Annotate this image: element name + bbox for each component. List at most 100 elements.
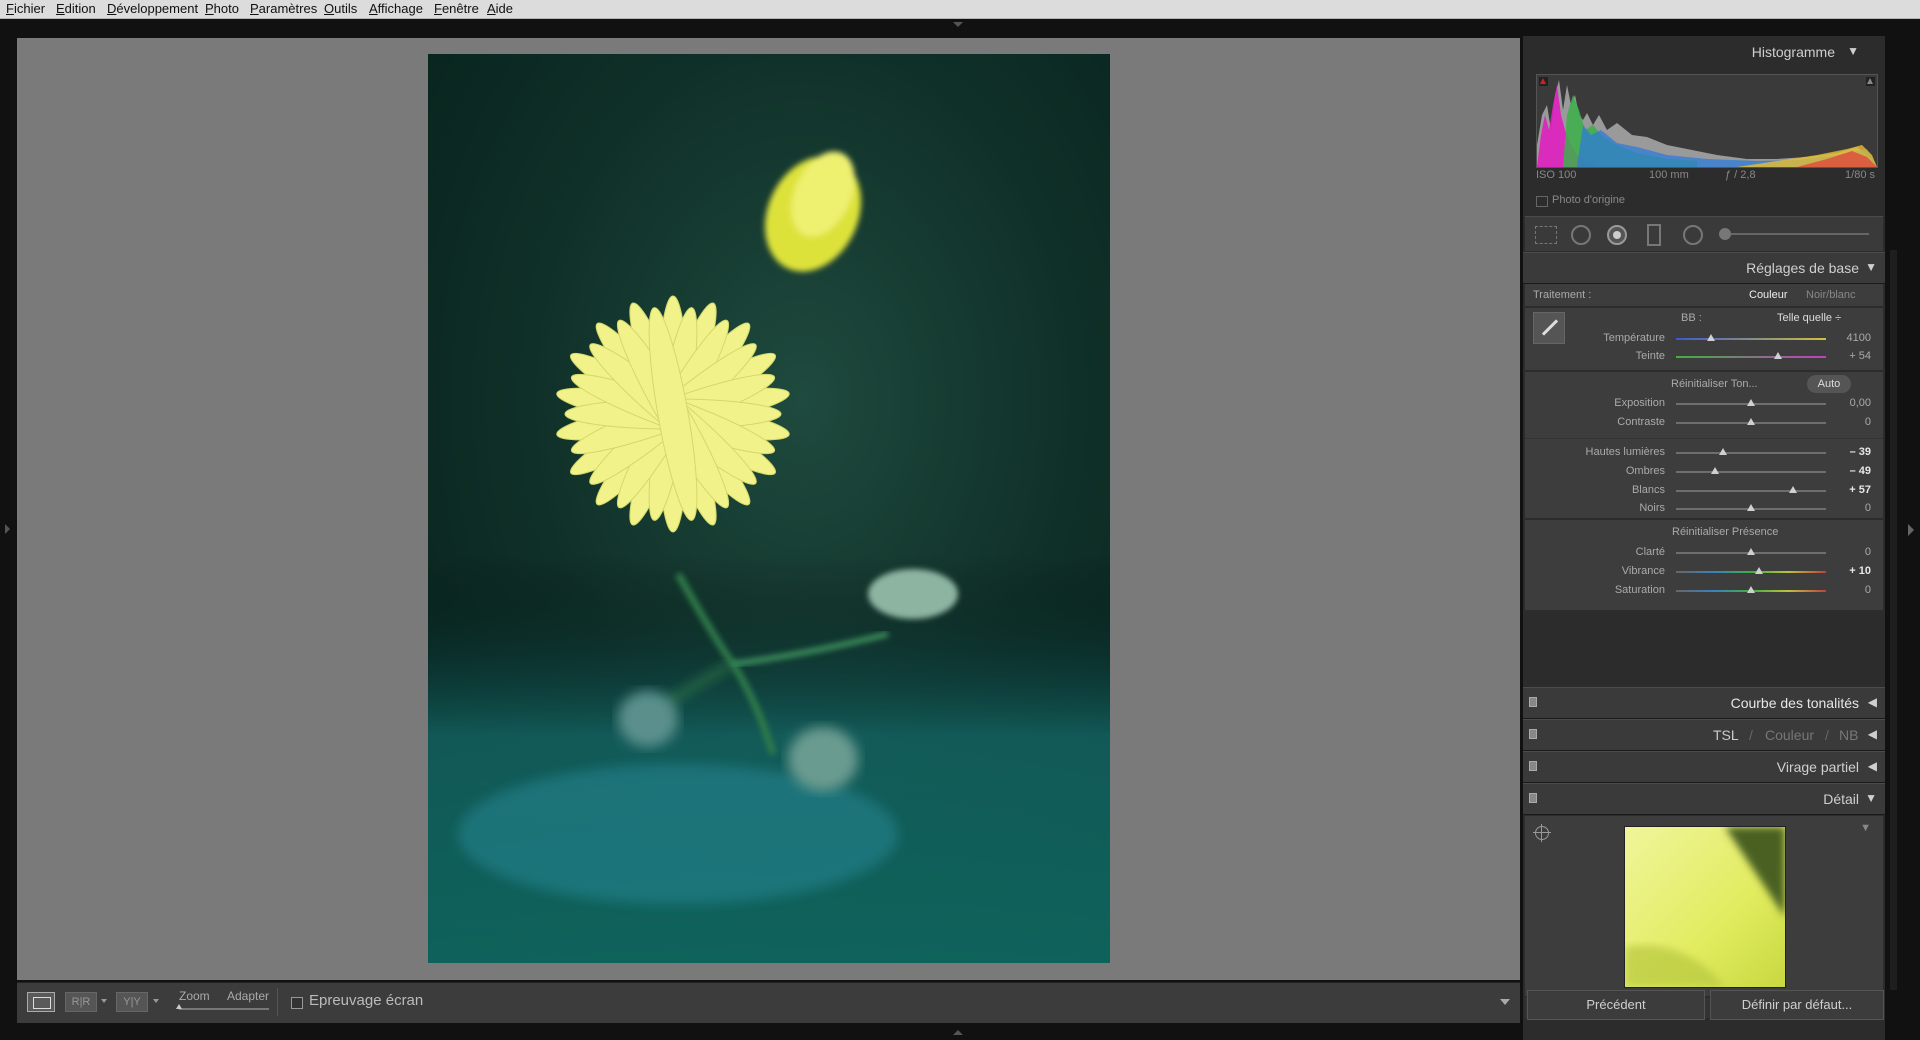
detail-preview-image[interactable]: [1624, 826, 1786, 988]
vibrance-thumb[interactable]: [1754, 567, 1763, 574]
menu-parametres[interactable]: Paramètres: [250, 1, 317, 17]
panel-scrollbar[interactable]: [1890, 250, 1897, 990]
contrast-thumb[interactable]: [1747, 418, 1755, 425]
before-after-lr-icon[interactable]: R|R: [65, 992, 97, 1012]
highlight-clipping-icon[interactable]: [1866, 77, 1875, 86]
collapse-top-icon[interactable]: [953, 22, 963, 27]
collapse-triangle-icon[interactable]: ▼: [1865, 260, 1877, 274]
shadow-clipping-icon[interactable]: [1539, 77, 1548, 86]
clarity-thumb[interactable]: [1747, 548, 1755, 555]
vibrance-track[interactable]: [1676, 571, 1826, 573]
photo-preview[interactable]: [428, 54, 1110, 963]
slider-exposure[interactable]: Exposition 0,00: [1525, 395, 1883, 413]
panel-toggle-icon[interactable]: [1529, 793, 1537, 803]
expand-triangle-icon[interactable]: ◀: [1868, 759, 1877, 773]
redeye-icon[interactable]: [1607, 225, 1627, 245]
wb-preset-select[interactable]: Telle quelle ÷: [1777, 312, 1841, 324]
spot-removal-icon[interactable]: [1571, 225, 1591, 245]
loupe-view-button[interactable]: [27, 992, 55, 1012]
panel-toggle-icon[interactable]: [1529, 761, 1537, 771]
previous-button[interactable]: Précédent: [1527, 990, 1705, 1020]
detail-header[interactable]: Détail ▼: [1523, 783, 1885, 815]
slider-shadows[interactable]: Ombres – 49: [1525, 463, 1883, 481]
zoom-slider-thumb[interactable]: [176, 1004, 182, 1009]
blacks-thumb[interactable]: [1747, 504, 1755, 511]
tab-nb[interactable]: NB: [1839, 727, 1858, 743]
slider-contrast[interactable]: Contraste 0: [1525, 414, 1883, 432]
slider-saturation[interactable]: Saturation 0: [1525, 582, 1883, 600]
temperature-thumb[interactable]: [1706, 334, 1715, 341]
saturation-thumb[interactable]: [1747, 586, 1755, 593]
set-default-button[interactable]: Définir par défaut...: [1710, 990, 1884, 1020]
temperature-value[interactable]: 4100: [1847, 332, 1871, 344]
expand-filmstrip-icon[interactable]: [953, 1030, 963, 1035]
fit-label[interactable]: Adapter: [227, 989, 269, 1003]
vibrance-value[interactable]: + 10: [1849, 565, 1871, 577]
menu-fenetre[interactable]: Fenêtre: [434, 1, 479, 17]
histogram-title[interactable]: Histogramme: [1752, 44, 1835, 60]
temperature-track[interactable]: [1676, 338, 1826, 340]
menu-edition[interactable]: Edition: [56, 1, 96, 17]
expand-triangle-icon[interactable]: ◀: [1868, 727, 1877, 741]
menu-outils[interactable]: Outils: [324, 1, 357, 17]
slider-vibrance[interactable]: Vibrance + 10: [1525, 563, 1883, 581]
before-after-tb-icon[interactable]: Y|Y: [116, 992, 148, 1012]
tint-value[interactable]: + 54: [1849, 350, 1871, 362]
hsl-header[interactable]: TSL / Couleur / NB ◀: [1523, 719, 1885, 751]
menu-fichier[interactable]: Fichier: [6, 1, 45, 17]
tone-reset-label[interactable]: Réinitialiser Ton...: [1671, 378, 1758, 390]
highlights-value[interactable]: – 39: [1850, 446, 1871, 458]
saturation-value[interactable]: 0: [1865, 584, 1871, 596]
crop-icon[interactable]: [1535, 226, 1557, 244]
exposure-thumb[interactable]: [1747, 399, 1755, 406]
slider-highlights[interactable]: Hautes lumières – 39: [1525, 444, 1883, 462]
softproof-checkbox[interactable]: [291, 997, 303, 1009]
split-toning-header[interactable]: Virage partiel ◀: [1523, 751, 1885, 783]
collapse-triangle-icon[interactable]: ▼: [1865, 791, 1877, 805]
blacks-value[interactable]: 0: [1865, 502, 1871, 514]
menu-affichage[interactable]: Affichage: [369, 1, 423, 17]
highlights-track[interactable]: [1676, 452, 1826, 454]
basic-panel-header[interactable]: Réglages de base ▼: [1523, 252, 1885, 284]
shadows-value[interactable]: – 49: [1850, 465, 1871, 477]
toolbar-options-icon[interactable]: [1500, 999, 1510, 1005]
detail-preview-toggle-icon[interactable]: ▼: [1860, 822, 1871, 834]
menu-photo[interactable]: Photo: [205, 1, 239, 17]
whites-track[interactable]: [1676, 490, 1826, 492]
zoom-slider[interactable]: [176, 1004, 269, 1010]
whites-value[interactable]: + 57: [1849, 484, 1871, 496]
slider-blacks[interactable]: Noirs 0: [1525, 500, 1883, 518]
auto-button[interactable]: Auto: [1807, 375, 1851, 393]
contrast-value[interactable]: 0: [1865, 416, 1871, 428]
whites-thumb[interactable]: [1789, 486, 1797, 493]
slider-clarity[interactable]: Clarté 0: [1525, 544, 1883, 562]
panel-toggle-icon[interactable]: [1529, 697, 1537, 707]
radial-filter-icon[interactable]: [1683, 225, 1703, 245]
tint-thumb[interactable]: [1774, 352, 1782, 359]
collapse-triangle-icon[interactable]: ▼: [1847, 44, 1859, 58]
expand-left-icon[interactable]: [5, 524, 10, 534]
treatment-bw-option[interactable]: Noir/blanc: [1806, 289, 1856, 301]
original-photo-checkbox[interactable]: [1536, 196, 1548, 207]
crosshair-icon[interactable]: [1533, 824, 1551, 842]
exposure-value[interactable]: 0,00: [1850, 397, 1871, 409]
expand-triangle-icon[interactable]: ◀: [1868, 695, 1877, 709]
clarity-value[interactable]: 0: [1865, 546, 1871, 558]
slider-temperature[interactable]: Température 4100: [1525, 330, 1883, 348]
graduated-filter-icon[interactable]: [1647, 224, 1661, 246]
panel-toggle-icon[interactable]: [1529, 729, 1537, 739]
highlights-thumb[interactable]: [1718, 448, 1727, 455]
shadows-thumb[interactable]: [1711, 467, 1719, 474]
brush-icon[interactable]: [1719, 228, 1731, 240]
brush-slider[interactable]: [1719, 228, 1869, 240]
histogram-graph[interactable]: [1536, 74, 1878, 168]
slider-whites[interactable]: Blancs + 57: [1525, 482, 1883, 500]
chevron-down-icon[interactable]: [153, 999, 159, 1003]
menu-developpement[interactable]: Développement: [107, 1, 198, 17]
tone-curve-header[interactable]: Courbe des tonalités ◀: [1523, 687, 1885, 719]
treatment-color-option[interactable]: Couleur: [1749, 289, 1788, 301]
tab-tsl[interactable]: TSL: [1713, 727, 1739, 743]
slider-tint[interactable]: Teinte + 54: [1525, 348, 1883, 366]
chevron-down-icon[interactable]: [101, 999, 107, 1003]
tint-track[interactable]: [1676, 356, 1826, 358]
